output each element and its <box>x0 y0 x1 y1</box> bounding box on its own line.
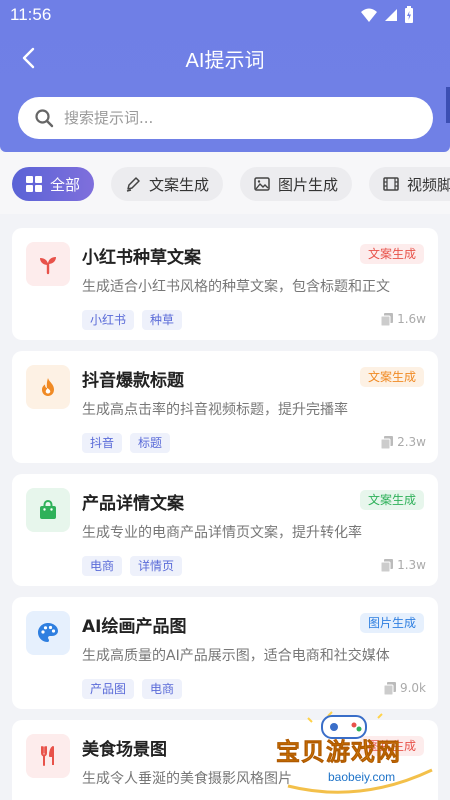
palette-icon <box>26 611 70 655</box>
category-badge: 文案生成 <box>359 490 424 510</box>
prompt-card[interactable]: AI绘画产品图 图片生成 生成高质量的AI产品展示图，适合电商和社交媒体 产品图… <box>12 597 438 709</box>
utensils-icon <box>26 734 70 778</box>
watermark-url: baobeiy.com <box>328 770 396 784</box>
app-header: 11:56 AI提示词 <box>0 0 450 152</box>
shopping-bag-icon <box>26 488 70 532</box>
watermark-text: 宝贝游戏网 <box>276 738 401 767</box>
tab-copywriting[interactable]: 文案生成 <box>111 167 224 201</box>
card-title: 美食场景图 <box>82 740 167 760</box>
usage-count: 9.0k <box>383 681 426 695</box>
tag[interactable]: 标题 <box>130 433 171 453</box>
copy-icon <box>381 312 394 326</box>
prompt-card[interactable]: 抖音爆款标题 文案生成 生成高点击率的抖音视频标题，提升完播率 抖音 标题 2.… <box>12 351 438 463</box>
pen-icon <box>126 177 140 192</box>
prompt-card[interactable]: 小红书种草文案 文案生成 生成适合小红书风格的种草文案，包含标题和正文 小红书 … <box>12 228 438 340</box>
tag[interactable]: 电商 <box>82 556 123 576</box>
battery-icon <box>405 6 413 23</box>
page-title: AI提示词 <box>185 50 265 72</box>
usage-count-value: 2.3w <box>397 435 426 449</box>
scroll-indicator <box>446 87 450 123</box>
tag[interactable]: 产品图 <box>82 679 135 699</box>
grid-icon <box>26 176 42 192</box>
usage-count-value: 1.3w <box>397 558 426 572</box>
fire-icon <box>26 365 70 409</box>
tab-video-script[interactable]: 视频脚 <box>369 167 450 201</box>
category-badge: 文案生成 <box>359 367 424 387</box>
card-description: 生成高点击率的抖音视频标题，提升完播率 <box>82 402 348 418</box>
tag[interactable]: 电商 <box>142 679 183 699</box>
tag-list: 抖音 标题 <box>82 433 171 453</box>
image-icon <box>254 177 270 191</box>
usage-count-value: 1.6w <box>397 312 426 326</box>
card-description: 生成专业的电商产品详情页文案，提升转化率 <box>82 525 362 541</box>
search-icon <box>35 109 54 128</box>
tab-all[interactable]: 全部 <box>12 167 95 201</box>
signal-icon <box>361 8 377 22</box>
usage-count: 2.3w <box>381 435 426 449</box>
tag[interactable]: 抖音 <box>82 433 123 453</box>
card-description: 生成适合小红书风格的种草文案，包含标题和正文 <box>82 279 390 295</box>
tab-image-gen[interactable]: 图片生成 <box>240 167 353 201</box>
category-badge: 文案生成 <box>359 244 424 264</box>
copy-icon <box>381 558 394 572</box>
card-title: 小红书种草文案 <box>82 248 201 268</box>
category-badge: 图片生成 <box>359 613 424 633</box>
status-bar: 11:56 <box>0 0 450 32</box>
system-icons <box>360 6 414 24</box>
category-tabs: 全部 文案生成 图片生成 视频脚 <box>0 152 450 214</box>
card-description: 生成高质量的AI产品展示图，适合电商和社交媒体 <box>82 648 390 664</box>
prompt-card[interactable]: 产品详情文案 文案生成 生成专业的电商产品详情页文案，提升转化率 电商 详情页 … <box>12 474 438 586</box>
usage-count: 1.6w <box>381 312 426 326</box>
copy-icon <box>381 435 394 449</box>
site-watermark: 宝贝游戏网 baobeiy.com <box>268 708 450 800</box>
tab-label: 图片生成 <box>278 175 339 194</box>
tag-list: 产品图 电商 <box>82 679 183 699</box>
tag-list: 小红书 种草 <box>82 310 183 330</box>
cellular-icon <box>385 9 397 21</box>
card-title: 产品详情文案 <box>82 494 184 514</box>
copy-icon <box>383 681 396 695</box>
tab-label: 文案生成 <box>149 175 210 194</box>
film-icon <box>383 177 399 191</box>
tag[interactable]: 详情页 <box>130 556 183 576</box>
usage-count: 1.3w <box>381 558 426 572</box>
tag[interactable]: 小红书 <box>82 310 135 330</box>
card-title: AI绘画产品图 <box>82 617 187 637</box>
card-title: 抖音爆款标题 <box>82 371 184 391</box>
usage-count-value: 9.0k <box>399 681 426 695</box>
sprout-icon <box>26 242 70 286</box>
tag-list: 电商 详情页 <box>82 556 183 576</box>
tab-label: 全部 <box>50 175 81 194</box>
tab-label: 视频脚 <box>407 175 450 194</box>
search-bar[interactable] <box>18 97 433 139</box>
tag[interactable]: 种草 <box>142 310 183 330</box>
status-time: 11:56 <box>10 5 52 24</box>
search-input[interactable] <box>64 109 384 127</box>
